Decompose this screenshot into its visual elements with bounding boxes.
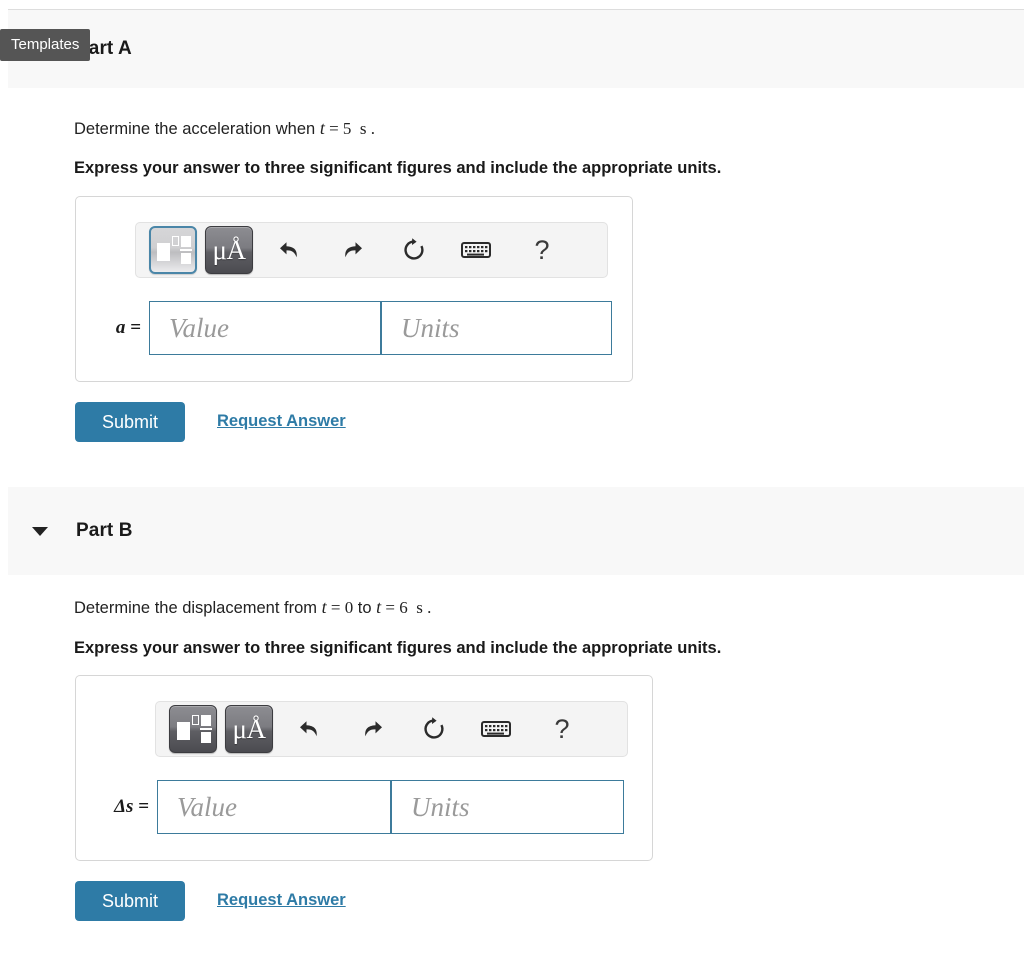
part-b-question-unit: s xyxy=(416,598,423,617)
templates-button[interactable] xyxy=(149,226,197,274)
units-button[interactable]: μÅ xyxy=(225,705,273,753)
part-b-instruction: Express your answer to three significant… xyxy=(74,639,722,657)
part-b-title: Part B xyxy=(76,520,133,541)
templates-icon xyxy=(177,714,212,744)
part-b-question-prefix: Determine the displacement from xyxy=(74,599,322,617)
redo-button[interactable] xyxy=(349,705,395,753)
redo-button[interactable] xyxy=(329,226,375,274)
part-b-question-period: . xyxy=(427,598,432,617)
part-b-question-mid: to xyxy=(353,599,377,617)
question-mark-icon: ? xyxy=(554,713,570,744)
undo-button[interactable] xyxy=(267,226,313,274)
part-b-units-placeholder: Units xyxy=(411,791,470,822)
part-a-request-answer-link[interactable]: Request Answer xyxy=(217,412,346,431)
micro-angstrom-icon: μÅ xyxy=(212,234,246,265)
part-a-question-period: . xyxy=(370,119,376,138)
question-mark-icon: ? xyxy=(534,234,550,265)
part-b-value-input[interactable]: Value xyxy=(157,780,391,834)
part-b-toolbar: μÅ ? xyxy=(155,701,628,757)
units-button[interactable]: μÅ xyxy=(205,226,253,274)
part-a-units-input[interactable]: Units xyxy=(381,301,612,355)
part-a-toolbar: μÅ ? xyxy=(135,222,608,278)
part-b-question-val2: 6 xyxy=(399,598,408,617)
keyboard-button[interactable] xyxy=(453,226,499,274)
part-b-question-val1: 0 xyxy=(344,598,354,617)
redo-icon xyxy=(365,721,382,737)
part-b-value-placeholder: Value xyxy=(177,791,237,822)
part-header-a[interactable]: Part A xyxy=(8,10,1024,88)
part-b-question: Determine the displacement from t = 0 to… xyxy=(74,596,431,619)
templates-icon xyxy=(157,235,192,265)
part-a-question-eq: = xyxy=(324,119,343,138)
problem-page: Part A Templates Determine the accelerat… xyxy=(0,0,1024,965)
part-a-answer-row: a = Value Units xyxy=(93,301,612,355)
part-a-instruction: Express your answer to three significant… xyxy=(74,159,722,177)
part-a-units-placeholder: Units xyxy=(401,312,460,343)
help-button[interactable]: ? xyxy=(519,226,565,274)
part-b-question-eq1: = xyxy=(326,598,345,617)
keyboard-icon xyxy=(481,721,511,737)
part-a-submit-button[interactable]: Submit xyxy=(75,402,185,442)
part-a-value-input[interactable]: Value xyxy=(149,301,381,355)
keyboard-button[interactable] xyxy=(473,705,519,753)
part-a-value-placeholder: Value xyxy=(169,312,229,343)
part-b-request-answer-link[interactable]: Request Answer xyxy=(217,891,346,910)
part-b-submit-button[interactable]: Submit xyxy=(75,881,185,921)
part-a-question-spacer xyxy=(351,119,360,138)
part-a-question-prefix: Determine the acceleration when xyxy=(74,120,320,138)
part-a-answer-label: a = xyxy=(115,317,141,338)
undo-icon xyxy=(300,721,317,737)
reset-icon xyxy=(404,238,424,260)
redo-icon xyxy=(345,242,362,258)
undo-icon xyxy=(280,242,297,258)
help-button[interactable]: ? xyxy=(539,705,585,753)
part-b-question-eq2: = xyxy=(381,598,400,617)
templates-tooltip: Templates xyxy=(0,29,91,61)
reset-button[interactable] xyxy=(411,705,457,753)
part-b-answer-panel: μÅ ? Δs = Value Units xyxy=(75,675,653,861)
part-b-answer-row: Δs = Value Units xyxy=(93,780,624,834)
micro-angstrom-icon: μÅ xyxy=(232,713,266,744)
part-b-units-input[interactable]: Units xyxy=(391,780,624,834)
part-a-question: Determine the acceleration when t = 5 s … xyxy=(74,117,375,140)
keyboard-icon xyxy=(461,242,491,258)
part-a-question-unit: s xyxy=(359,119,367,138)
reset-button[interactable] xyxy=(391,226,437,274)
templates-button[interactable] xyxy=(169,705,217,753)
part-header-b[interactable]: Part B xyxy=(8,487,1024,575)
undo-button[interactable] xyxy=(287,705,333,753)
part-b-question-spacer xyxy=(408,598,417,617)
part-b-answer-label: Δs = xyxy=(114,796,149,817)
reset-icon xyxy=(424,717,444,739)
part-b-collapse-icon[interactable] xyxy=(32,527,48,536)
part-a-answer-panel: μÅ ? a = Value Units xyxy=(75,196,633,382)
